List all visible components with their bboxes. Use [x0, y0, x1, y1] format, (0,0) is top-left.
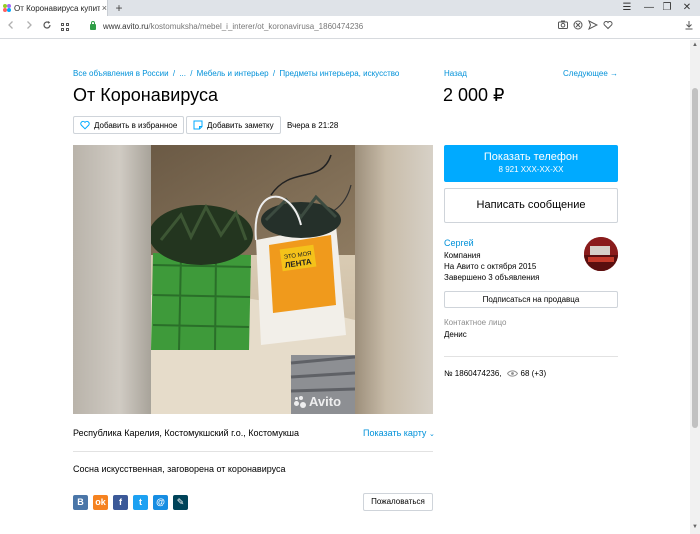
back-arrow-icon[interactable] — [4, 20, 18, 34]
note-icon — [193, 120, 203, 130]
tab-title: От Коронавируса купить в — [14, 3, 100, 13]
contact-person-label: Контактное лицо — [444, 318, 507, 327]
address-bar: www.avito.ru/kostomuksha/mebel_i_interer… — [0, 16, 700, 39]
lock-icon — [90, 21, 96, 30]
contact-person-name: Денис — [444, 330, 467, 339]
view-count: 68 (+3) — [520, 369, 547, 378]
add-favorite-button[interactable]: Добавить в избранное — [73, 116, 185, 134]
breadcrumb: Все объявления в России / ... / Мебель и… — [73, 69, 400, 78]
browser-tab-bar: От Коронавируса купить в × + ☰ — ❐ ✕ — [0, 0, 700, 16]
scrollbar-thumb[interactable] — [692, 88, 698, 428]
avito-favicon-icon — [3, 4, 11, 12]
add-favorite-label: Добавить в избранное — [94, 120, 178, 130]
avito-logo-icon — [294, 395, 306, 408]
breadcrumb-item-interior[interactable]: Предметы интерьера, искусство — [279, 69, 399, 78]
phone-masked: 8 921 XXX-XX-XX — [498, 165, 564, 174]
show-map-link[interactable]: Показать карту ⌄ — [363, 428, 435, 438]
share-vk-icon[interactable]: В — [73, 495, 88, 510]
scroll-down-icon[interactable]: ▼ — [690, 524, 700, 530]
scroll-up-icon[interactable]: ▲ — [690, 42, 700, 48]
show-phone-label: Показать телефон — [483, 151, 579, 163]
url-field[interactable]: www.avito.ru/kostomuksha/mebel_i_interer… — [103, 21, 363, 33]
eye-icon — [506, 370, 518, 377]
forward-arrow-icon[interactable] — [22, 20, 36, 34]
share-mail-icon[interactable]: @ — [153, 495, 168, 510]
show-phone-button[interactable]: Показать телефон 8 921 XXX-XX-XX — [444, 145, 618, 182]
tab-close-icon[interactable]: × — [102, 3, 107, 13]
camera-icon[interactable] — [556, 20, 569, 34]
breadcrumb-item-ellipsis[interactable]: ... — [179, 69, 186, 78]
reload-icon[interactable] — [40, 20, 54, 34]
bags-photo-image: ЭТО МОЯ ЛЕНТА — [151, 145, 355, 414]
avatar[interactable] — [584, 237, 618, 271]
divider — [73, 451, 433, 452]
restore-button[interactable]: ❐ — [656, 1, 678, 14]
share-facebook-icon[interactable]: f — [113, 495, 128, 510]
avito-watermark: Avito — [294, 394, 341, 409]
next-photo-preview[interactable] — [355, 145, 433, 414]
tabs-grid-icon[interactable] — [61, 23, 69, 31]
main-photo[interactable]: ЭТО МОЯ ЛЕНТА — [151, 145, 355, 414]
share-livejournal-icon[interactable]: ✎ — [173, 495, 188, 510]
subscribe-seller-button[interactable]: Подписаться на продавца — [444, 291, 618, 308]
complain-button[interactable]: Пожаловаться — [363, 493, 433, 511]
add-note-label: Добавить заметку — [207, 120, 274, 130]
ad-location: Республика Карелия, Костомукшский г.о., … — [73, 428, 300, 438]
next-link[interactable]: Следующее → — [563, 69, 618, 78]
add-note-button[interactable]: Добавить заметку — [186, 116, 281, 134]
divider — [444, 356, 618, 357]
breadcrumb-item-furniture[interactable]: Мебель и интерьер — [197, 69, 269, 78]
seller-completed-ads: Завершено 3 объявления — [444, 273, 540, 282]
seller-name-link[interactable]: Сергей — [444, 238, 474, 248]
bookmark-heart-icon[interactable] — [601, 20, 614, 34]
seller-type: Компания — [444, 251, 481, 260]
new-tab-button[interactable]: + — [112, 1, 126, 15]
ad-price: 2 000 ₽ — [443, 85, 505, 105]
menu-icon[interactable]: ☰ — [616, 1, 638, 14]
share-twitter-icon[interactable]: t — [133, 495, 148, 510]
blocker-icon[interactable] — [571, 20, 584, 34]
heart-icon — [80, 120, 90, 130]
breadcrumb-item-all[interactable]: Все объявления в России — [73, 69, 169, 78]
posted-time: Вчера в 21:28 — [287, 121, 339, 130]
page-scrollbar[interactable]: ▲ ▼ — [690, 40, 700, 534]
browser-tab[interactable]: От Коронавируса купить в × — [0, 0, 108, 16]
close-window-button[interactable]: ✕ — [676, 1, 698, 14]
photo-gallery[interactable]: ЭТО МОЯ ЛЕНТА Avito — [73, 145, 433, 414]
write-message-button[interactable]: Написать сообщение — [444, 188, 618, 223]
chevron-down-icon: ⌄ — [428, 431, 435, 438]
ad-number: № 1860474236, — [444, 369, 502, 378]
send-icon[interactable] — [586, 19, 599, 34]
seller-since: На Авито с октября 2015 — [444, 262, 537, 271]
prev-photo-preview[interactable] — [73, 145, 151, 414]
ad-description: Сосна искусственная, заговорена от корон… — [73, 464, 286, 474]
download-icon[interactable] — [682, 20, 695, 34]
share-ok-icon[interactable]: ok — [93, 495, 108, 510]
page-title: От Коронавируса — [73, 85, 218, 105]
back-link[interactable]: Назад — [444, 69, 467, 78]
ad-meta: № 1860474236, 68 (+3) — [444, 369, 546, 378]
